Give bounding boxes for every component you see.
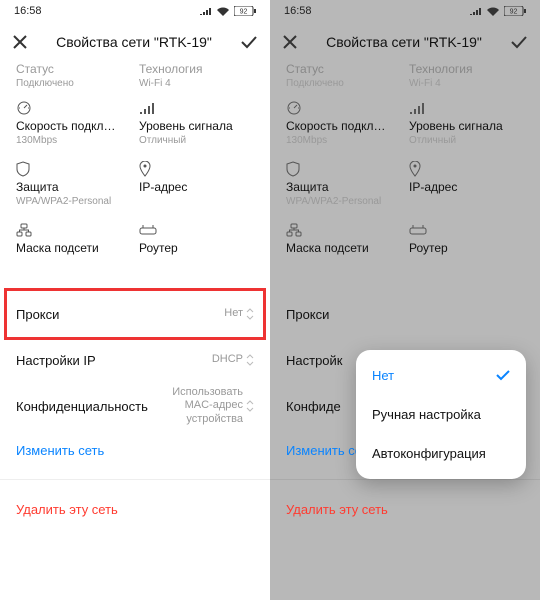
signal-icon <box>470 7 482 15</box>
status-icons: 92 <box>200 6 256 16</box>
shield-icon <box>16 160 131 178</box>
proxy-highlight: Прокси Нет <box>4 288 266 340</box>
delete-network-link[interactable]: Удалить эту сеть <box>286 488 524 530</box>
status-bar: 16:58 92 <box>0 0 270 22</box>
battery-icon: 92 <box>234 6 256 16</box>
wifi-icon <box>217 7 229 16</box>
cell-tech: Технология Wi-Fi 4 <box>409 62 524 89</box>
network-icon <box>286 221 401 239</box>
status-icons: 92 <box>470 6 526 16</box>
cell-tech: Технология Wi-Fi 4 <box>139 62 254 89</box>
row-proxy[interactable]: Прокси Нет <box>16 291 254 337</box>
router-icon <box>139 221 254 239</box>
confirm-icon[interactable] <box>510 35 528 49</box>
screen-left: 16:58 92 Свойства сети "RTK-19" Статус П… <box>0 0 270 600</box>
cell-mask: Маска подсети <box>286 221 401 255</box>
chevron-sort-icon <box>246 354 254 366</box>
chevron-sort-icon <box>246 308 254 320</box>
cell-signal: Уровень сигнала Отличный <box>409 99 524 146</box>
svg-text:92: 92 <box>240 9 248 16</box>
content: Статус Подключено Технология Wi-Fi 4 Ско… <box>0 62 270 600</box>
cell-signal: Уровень сигнала Отличный <box>139 99 254 146</box>
confirm-icon[interactable] <box>240 35 258 49</box>
check-icon <box>496 370 510 381</box>
router-icon <box>409 221 524 239</box>
cell-mask: Маска подсети <box>16 221 131 255</box>
cell-ip: IP-адрес <box>409 160 524 207</box>
screen-right: 16:58 92 Свойства сети "RTK-19" Статус П… <box>270 0 540 600</box>
cell-security: Защита WPA/WPA2-Personal <box>16 160 131 207</box>
cell-status: Статус Подключено <box>16 62 131 89</box>
content: Статус Подключено Технология Wi-Fi 4 Ско… <box>270 62 540 600</box>
status-bar: 16:58 92 <box>270 0 540 22</box>
status-time: 16:58 <box>14 5 42 17</box>
title-bar: Свойства сети "RTK-19" <box>270 22 540 62</box>
speed-icon <box>16 99 131 117</box>
speed-icon <box>286 99 401 117</box>
page-title: Свойства сети "RTK-19" <box>308 34 500 50</box>
battery-icon: 92 <box>504 6 526 16</box>
cell-speed: Скорость подкл… 130Mbps <box>286 99 401 146</box>
popup-option-manual[interactable]: Ручная настройка <box>356 395 526 434</box>
location-icon <box>139 160 254 178</box>
cell-status: Статус Подключено <box>286 62 401 89</box>
cell-router: Роутер <box>409 221 524 255</box>
delete-network-link[interactable]: Удалить эту сеть <box>16 488 254 530</box>
popup-option-auto[interactable]: Автоконфигурация <box>356 434 526 473</box>
svg-text:92: 92 <box>510 9 518 16</box>
signal-icon <box>200 7 212 15</box>
shield-icon <box>286 160 401 178</box>
location-icon <box>409 160 524 178</box>
popup-option-none[interactable]: Нет <box>356 356 526 395</box>
cell-security: Защита WPA/WPA2-Personal <box>286 160 401 207</box>
row-ip-settings[interactable]: Настройки IP DHCP <box>16 337 254 383</box>
proxy-popup: Нет Ручная настройка Автоконфигурация <box>356 350 526 479</box>
cell-ip: IP-адрес <box>139 160 254 207</box>
signal-bars-icon <box>139 99 254 117</box>
signal-bars-icon <box>409 99 524 117</box>
chevron-sort-icon <box>246 400 254 412</box>
edit-network-link[interactable]: Изменить сеть <box>16 429 254 471</box>
status-time: 16:58 <box>284 5 312 17</box>
wifi-icon <box>487 7 499 16</box>
cell-speed: Скорость подкл… 130Mbps <box>16 99 131 146</box>
close-icon[interactable] <box>282 34 298 50</box>
title-bar: Свойства сети "RTK-19" <box>0 22 270 62</box>
cell-router: Роутер <box>139 221 254 255</box>
close-icon[interactable] <box>12 34 28 50</box>
row-privacy[interactable]: Конфиденциальность Использовать MAC-адре… <box>16 383 254 429</box>
row-proxy[interactable]: Прокси <box>286 291 524 337</box>
page-title: Свойства сети "RTK-19" <box>38 34 230 50</box>
network-icon <box>16 221 131 239</box>
